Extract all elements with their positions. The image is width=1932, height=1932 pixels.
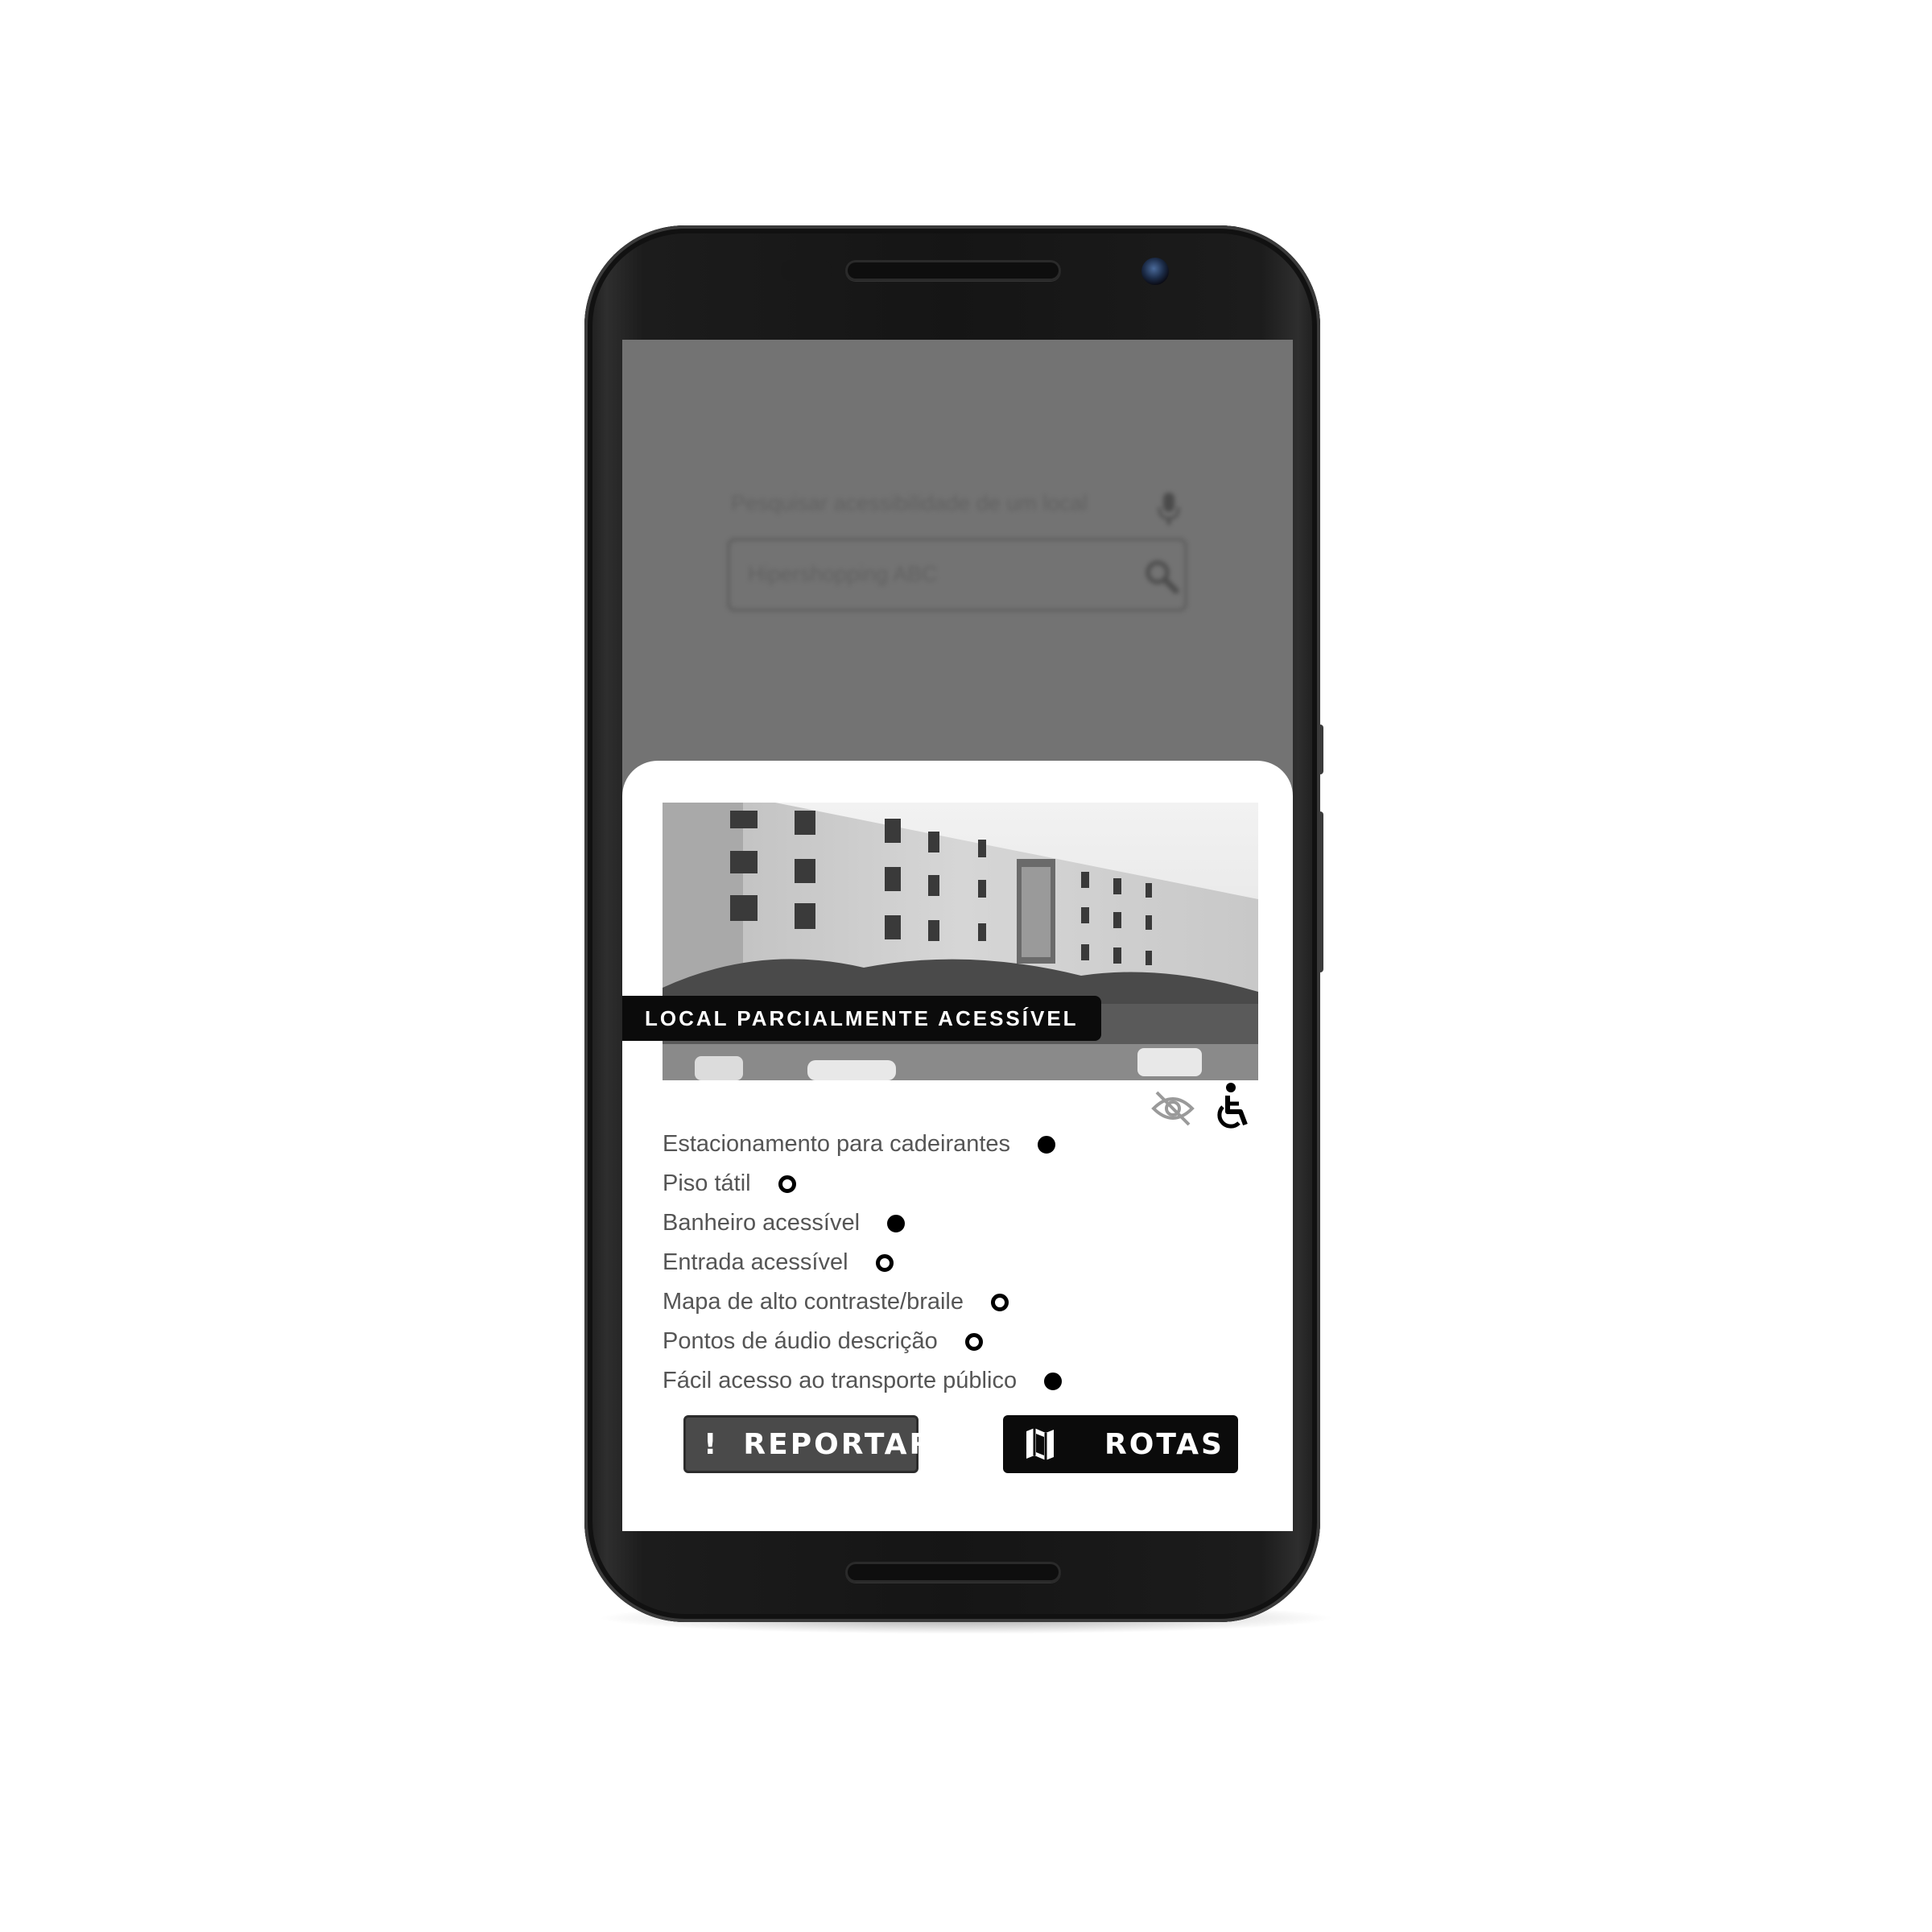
front-camera [1141,258,1169,285]
feature-unavailable-indicator [991,1293,1009,1311]
feature-item-public-transport: Fácil acesso ao transporte público [663,1361,1063,1401]
feature-available-indicator [887,1214,906,1232]
feature-item-parking: Estacionamento para cadeirantes [663,1125,1062,1164]
accessibility-feature-list: Estacionamento para cadeirantes Piso tát… [663,1125,1063,1401]
feature-label: Pontos de áudio descrição [663,1328,938,1354]
feature-item-tactile-floor: Piso tátil [663,1164,1062,1203]
visual-impairment-icon [1151,1091,1195,1126]
feature-unavailable-indicator [778,1174,796,1193]
side-button-volume [1317,811,1323,972]
feature-item-bathroom: Banheiro acessível [663,1203,1062,1243]
earpiece-speaker [845,260,1061,281]
routes-button-label: ROTAS [1104,1427,1224,1461]
feature-label: Estacionamento para cadeirantes [663,1131,1011,1157]
feature-label: Fácil acesso ao transporte público [663,1368,1018,1393]
feature-item-braille-map: Mapa de alto contraste/braile [663,1282,1062,1322]
wheelchair-icon [1217,1083,1248,1129]
feature-unavailable-indicator [875,1253,894,1272]
accessibility-type-icons [1150,1083,1255,1134]
search-input[interactable]: Hipershopping ABC [727,538,1187,612]
feature-available-indicator [1038,1135,1056,1154]
report-button-label: REPORTAR [743,1427,935,1461]
place-details-sheet: LOCAL PARCIALMENTE ACESSÍVEL Estacioname… [622,761,1293,1531]
feature-label: Entrada acessível [663,1249,848,1275]
feature-unavailable-indicator [964,1332,983,1351]
phone-screen: Pesquisar acessibilidade de um local Hip… [622,340,1293,1531]
search-label: Pesquisar acessibilidade de um local [731,491,1088,515]
routes-button[interactable]: ROTAS [1003,1415,1238,1473]
alert-icon: ! [704,1427,720,1461]
feature-label: Banheiro acessível [663,1210,861,1236]
map-icon [1026,1428,1054,1460]
proximity-sensor [781,260,832,281]
side-button-power [1317,724,1323,774]
feature-label: Piso tátil [663,1170,751,1196]
report-button[interactable]: ! REPORTAR [683,1415,931,1473]
feature-available-indicator [1044,1372,1063,1390]
accessibility-status-badge: LOCAL PARCIALMENTE ACESSÍVEL [622,996,1101,1041]
feature-item-audio-description: Pontos de áudio descrição [663,1322,1062,1361]
microphone-icon [1158,493,1180,525]
bottom-speaker [845,1562,1061,1583]
feature-label: Mapa de alto contraste/braile [663,1289,964,1315]
search-icon[interactable] [1142,557,1181,596]
feature-item-entrance: Entrada acessível [663,1243,1062,1282]
search-input-value: Hipershopping ABC [748,562,938,586]
